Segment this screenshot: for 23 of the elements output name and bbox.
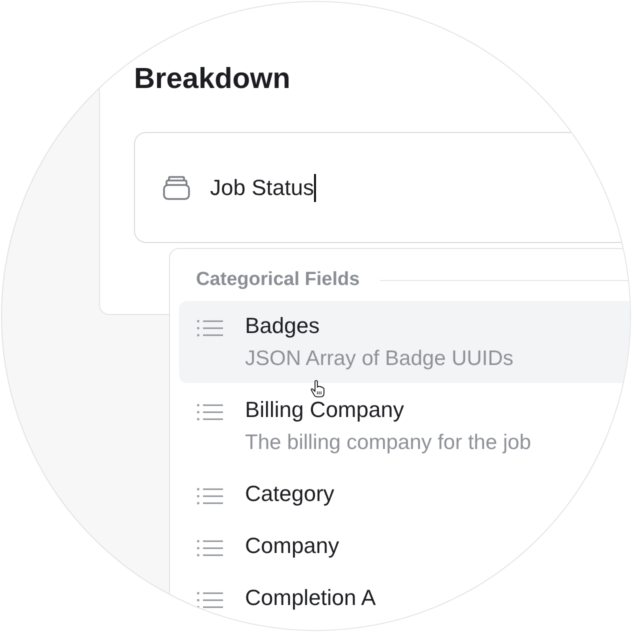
list-icon: [197, 538, 223, 558]
list-icon: [197, 318, 223, 338]
list-icon: [197, 486, 223, 506]
menu-item[interactable]: Badges JSON Array of Badge UUIDs: [179, 301, 630, 383]
card-title: Breakdown: [134, 65, 292, 94]
list-icon: [197, 402, 223, 422]
item-label: Company: [245, 533, 340, 559]
menu-item[interactable]: Completion A: [179, 573, 630, 623]
item-label: Completion A: [245, 585, 376, 611]
item-label: Badges: [245, 313, 321, 339]
text-caret: [314, 174, 316, 202]
stack-icon: [163, 176, 190, 200]
list-icon: [197, 590, 223, 610]
field-value: Job Status: [210, 174, 314, 200]
section-heading: Categorical Fields: [196, 269, 360, 291]
item-description: The billing company for the job: [245, 431, 531, 455]
item-description: JSON Array of Badge UUIDs: [245, 347, 514, 371]
item-label: Category: [245, 481, 334, 507]
menu-item[interactable]: Company: [179, 521, 630, 571]
menu-item[interactable]: Category: [179, 469, 630, 519]
item-label: Billing Company: [245, 397, 405, 423]
menu-item[interactable]: Billing Company The billing company for the job: [179, 385, 630, 467]
hand-cursor-icon: [310, 380, 326, 398]
